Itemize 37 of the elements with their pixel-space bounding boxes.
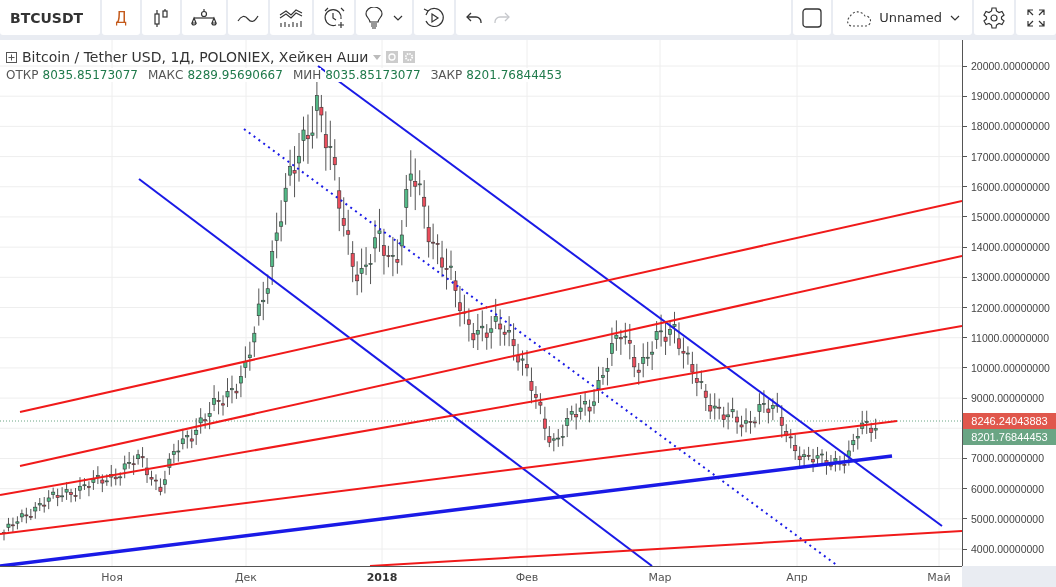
- price-label: 20000.00000000: [971, 60, 1050, 72]
- price-label: 12000.00000000: [971, 301, 1050, 314]
- price-label: 16000.00000000: [971, 180, 1050, 193]
- time-label: Мар: [648, 571, 672, 584]
- chart-title: Bitcoin / Tether USD, 1Д, POLONIEX, Хейкен Аши: [22, 49, 369, 65]
- ohlc-label: МИН: [292, 68, 322, 82]
- price-label: 17000.00000000: [971, 150, 1050, 163]
- time-label: Ноя: [101, 571, 123, 584]
- price-label: 6000.00000000: [971, 482, 1044, 495]
- ohlc-value: 8035.85173077: [42, 68, 138, 82]
- time-label: 2018: [366, 571, 398, 584]
- price-badge: 8201.76844453: [963, 429, 1056, 445]
- price-label: 10000.00000000: [971, 361, 1050, 374]
- price-label: 9000.00000000: [971, 392, 1044, 405]
- time-label: Май: [927, 571, 951, 584]
- price-label: 15000.00000000: [971, 210, 1050, 223]
- price-label: 4000.00000000: [971, 543, 1044, 556]
- ohlc-value: 8201.76844453: [466, 68, 562, 82]
- ohlc-value: 8289.95690667: [187, 68, 283, 82]
- price-label: 14000.00000000: [971, 241, 1050, 254]
- layout-button[interactable]: Unnamed: [833, 0, 972, 35]
- price-label: 5000.00000000: [971, 512, 1044, 525]
- price-badge: 8246.24043883: [963, 413, 1056, 429]
- ohlc-label: ЗАКР: [430, 68, 463, 82]
- ohlc-label: МАКС: [147, 68, 184, 82]
- interval-button[interactable]: Д: [102, 0, 140, 35]
- time-label: Дек: [235, 571, 257, 584]
- time-label: Апр: [786, 571, 808, 584]
- price-label: 13000.00000000: [971, 271, 1050, 284]
- price-label: 18000.00000000: [971, 120, 1050, 133]
- price-label: 11000.00000000: [971, 331, 1050, 344]
- price-label: 19000.00000000: [971, 90, 1050, 103]
- ohlc-value: 8035.85173077: [325, 68, 421, 82]
- symbol-button[interactable]: BTCUSDT: [0, 0, 100, 35]
- time-label: Фев: [515, 571, 539, 584]
- price-label: 7000.00000000: [971, 452, 1044, 465]
- ohlc-label: ОТКР: [6, 68, 39, 82]
